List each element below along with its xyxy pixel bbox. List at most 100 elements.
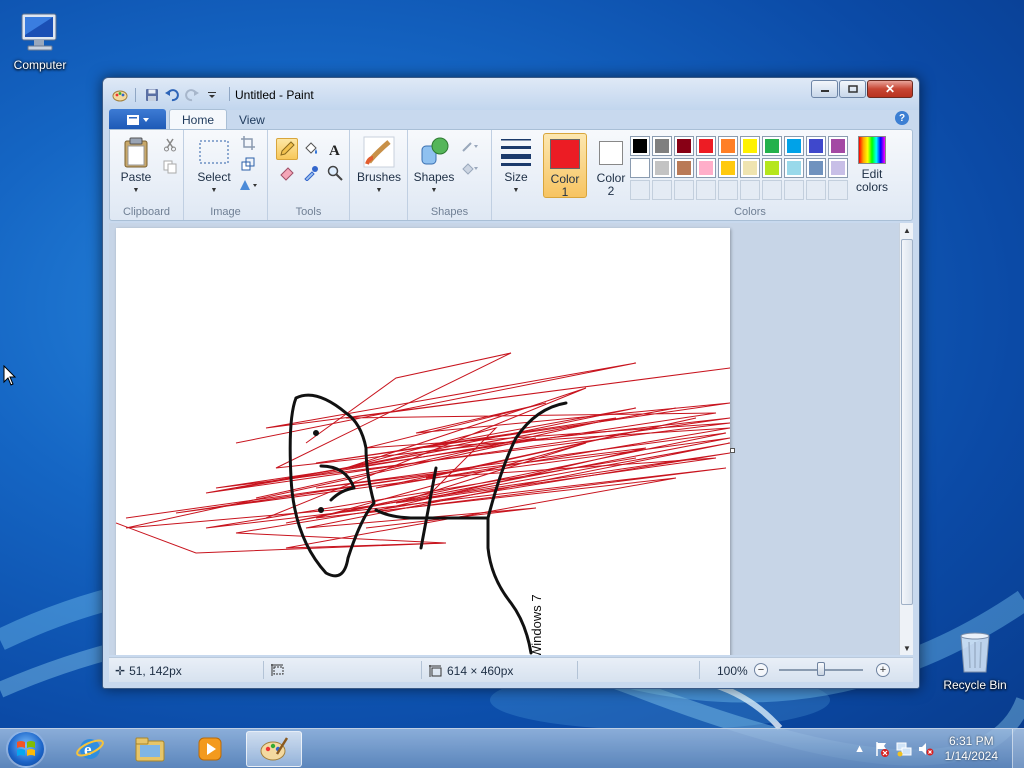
- size-label: Size: [504, 170, 528, 184]
- palette-empty-slot[interactable]: [718, 180, 738, 200]
- palette-empty-slot[interactable]: [784, 180, 804, 200]
- file-menu-icon: [126, 114, 149, 125]
- palette-color-swatch[interactable]: [784, 136, 804, 156]
- tab-home[interactable]: Home: [169, 109, 228, 130]
- eraser-icon: [280, 167, 294, 181]
- palette-color-swatch[interactable]: [674, 136, 694, 156]
- palette-color-swatch[interactable]: [652, 136, 672, 156]
- text-tool[interactable]: A: [324, 138, 346, 160]
- palette-color-swatch[interactable]: [828, 158, 848, 178]
- show-desktop-button[interactable]: [1012, 729, 1024, 768]
- magnifier-tool[interactable]: [324, 162, 346, 184]
- pencil-tool[interactable]: [276, 138, 298, 160]
- size-button[interactable]: Size ▼: [496, 136, 536, 197]
- zoom-out-button[interactable]: −: [754, 663, 768, 677]
- palette-color-swatch[interactable]: [806, 158, 826, 178]
- palette-empty-slot[interactable]: [652, 180, 672, 200]
- palette-empty-slot[interactable]: [696, 180, 716, 200]
- color1-swatch: [550, 139, 580, 169]
- taskbar-paint[interactable]: [246, 731, 302, 767]
- status-bar: ✛ 51, 142px 614 × 460px 100% − +: [109, 657, 913, 682]
- desktop-icon-recycle-bin[interactable]: Recycle Bin: [935, 628, 1015, 692]
- taskbar-internet-explorer[interactable]: e: [62, 731, 118, 767]
- undo-icon[interactable]: [163, 86, 180, 103]
- fill-icon[interactable]: [460, 158, 480, 178]
- taskbar-file-explorer[interactable]: [122, 731, 178, 767]
- paint-app-icon[interactable]: [111, 86, 128, 103]
- edit-colors-button[interactable]: Edit colors: [852, 136, 892, 194]
- palette-empty-slot[interactable]: [674, 180, 694, 200]
- file-menu-button[interactable]: [109, 109, 166, 130]
- cut-icon[interactable]: [160, 135, 180, 155]
- select-icon: [198, 136, 230, 168]
- taskbar-media-player[interactable]: [182, 731, 238, 767]
- palette-color-swatch[interactable]: [652, 158, 672, 178]
- save-icon[interactable]: [143, 86, 160, 103]
- palette-empty-slot[interactable]: [828, 180, 848, 200]
- maximize-button[interactable]: [839, 80, 866, 98]
- palette-color-swatch[interactable]: [740, 136, 760, 156]
- palette-empty-slot[interactable]: [740, 180, 760, 200]
- palette-color-swatch[interactable]: [630, 158, 650, 178]
- palette-color-swatch[interactable]: [718, 136, 738, 156]
- scroll-up-icon[interactable]: ▲: [900, 223, 914, 237]
- shapes-group: Shapes ▼ Shapes: [408, 130, 492, 220]
- shapes-button[interactable]: Shapes ▼: [412, 136, 456, 197]
- scroll-thumb[interactable]: [901, 239, 913, 605]
- window-controls: ✕: [811, 80, 913, 98]
- brushes-button[interactable]: Brushes ▼: [356, 136, 402, 197]
- palette-color-swatch[interactable]: [696, 158, 716, 178]
- palette-color-swatch[interactable]: [806, 136, 826, 156]
- color-picker-tool[interactable]: [300, 162, 322, 184]
- help-icon[interactable]: ?: [895, 111, 909, 125]
- minimize-button[interactable]: [811, 80, 838, 98]
- zoom-slider-thumb[interactable]: [817, 662, 825, 676]
- tab-view[interactable]: View: [227, 109, 277, 130]
- zoom-in-button[interactable]: +: [876, 663, 890, 677]
- redo-icon[interactable]: [183, 86, 200, 103]
- fill-tool[interactable]: [300, 138, 322, 160]
- mouse-cursor-icon: [3, 365, 17, 386]
- canvas-work-area: Windows 7: [109, 223, 899, 655]
- show-hidden-icons-icon[interactable]: ▲: [851, 740, 869, 758]
- scroll-down-icon[interactable]: ▼: [900, 641, 914, 655]
- palette-color-swatch[interactable]: [828, 136, 848, 156]
- start-button[interactable]: [6, 730, 46, 768]
- palette-color-swatch[interactable]: [696, 136, 716, 156]
- palette-color-swatch[interactable]: [718, 158, 738, 178]
- color1-button[interactable]: Color 1: [543, 133, 587, 199]
- color2-button[interactable]: Color 2: [590, 133, 632, 198]
- palette-empty-slot[interactable]: [762, 180, 782, 200]
- palette-color-swatch[interactable]: [740, 158, 760, 178]
- title-bar[interactable]: Untitled - Paint ✕: [103, 78, 919, 110]
- outline-icon[interactable]: [460, 136, 480, 156]
- ribbon-tabs: Home View ?: [109, 108, 913, 130]
- rotate-icon[interactable]: [238, 175, 258, 195]
- crop-icon[interactable]: [238, 133, 258, 153]
- copy-icon[interactable]: [160, 157, 180, 177]
- size-group: Size ▼: [492, 130, 538, 220]
- customize-toolbar-icon[interactable]: [203, 86, 220, 103]
- palette-color-swatch[interactable]: [630, 136, 650, 156]
- clock[interactable]: 6:31 PM 1/14/2024: [945, 734, 998, 764]
- close-button[interactable]: ✕: [867, 80, 913, 98]
- palette-color-swatch[interactable]: [784, 158, 804, 178]
- select-button[interactable]: Select ▼: [194, 136, 234, 197]
- crosshair-icon: ✛: [115, 664, 126, 678]
- canvas-resize-handle[interactable]: [730, 448, 735, 453]
- palette-color-swatch[interactable]: [674, 158, 694, 178]
- paste-button[interactable]: Paste ▼: [116, 136, 156, 197]
- action-center-icon[interactable]: [873, 740, 891, 758]
- palette-color-swatch[interactable]: [762, 136, 782, 156]
- resize-icon[interactable]: [238, 154, 258, 174]
- eraser-tool[interactable]: [276, 162, 298, 184]
- desktop-icon-label: Recycle Bin: [943, 678, 1007, 692]
- palette-empty-slot[interactable]: [806, 180, 826, 200]
- network-icon[interactable]: [895, 740, 913, 758]
- desktop-icon-computer[interactable]: Computer: [0, 8, 80, 72]
- drawing-canvas[interactable]: Windows 7: [115, 228, 731, 655]
- volume-muted-icon[interactable]: [917, 740, 935, 758]
- palette-color-swatch[interactable]: [762, 158, 782, 178]
- vertical-scrollbar[interactable]: ▲ ▼: [899, 223, 913, 655]
- palette-empty-slot[interactable]: [630, 180, 650, 200]
